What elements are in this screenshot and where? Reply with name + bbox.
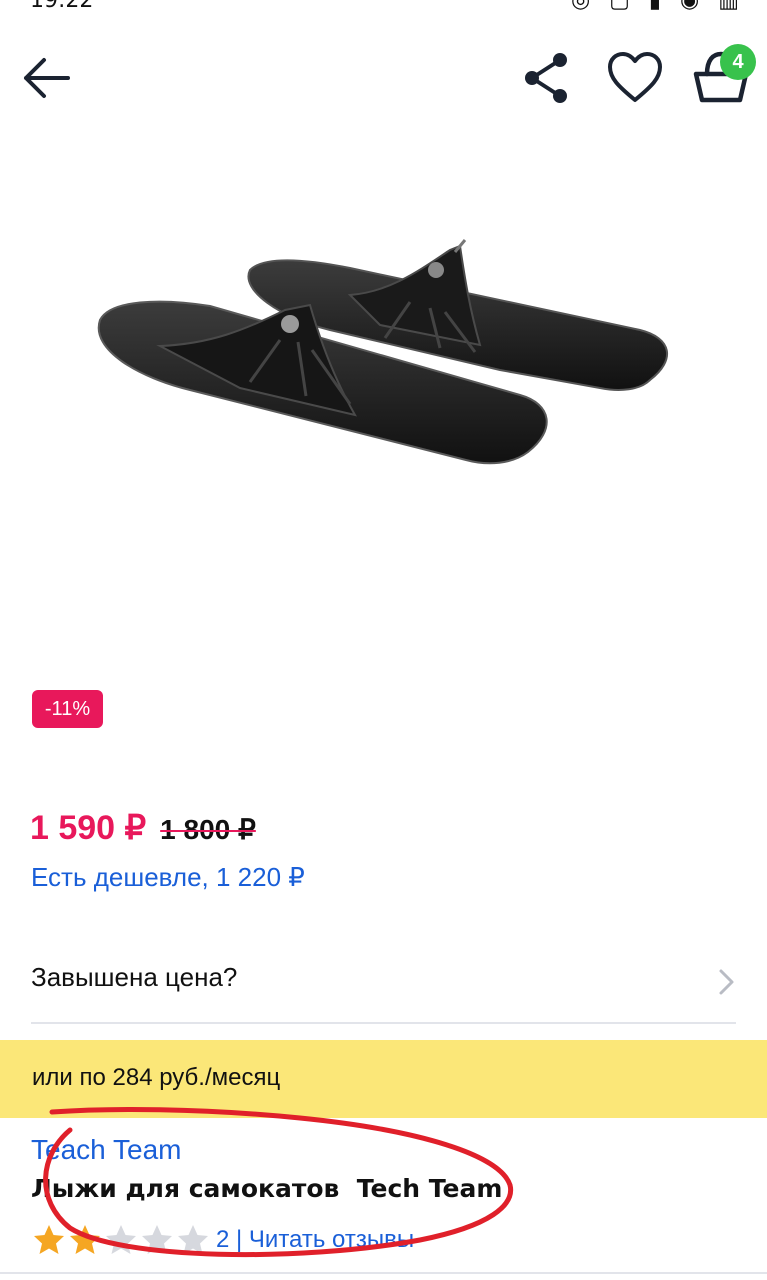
back-button[interactable]: [18, 50, 78, 106]
share-icon: [525, 53, 567, 103]
favorite-button[interactable]: [604, 48, 666, 108]
brand-link[interactable]: Teach Team: [31, 1134, 181, 1166]
discount-badge: -11%: [32, 690, 103, 728]
star-icon: [34, 1225, 64, 1254]
product-title: Лыжи для самокатов Tech Team: [31, 1174, 503, 1203]
price-complaint-label: Завышена цена?: [31, 962, 238, 992]
price-complaint-row[interactable]: Завышена цена?: [31, 938, 736, 1024]
share-button[interactable]: [518, 50, 574, 106]
price-old: 1 800 ₽: [160, 814, 256, 845]
star-icon: [178, 1225, 208, 1254]
ski-attachments-image: [97, 239, 668, 465]
heart-icon: [608, 52, 662, 102]
divider: [0, 1272, 767, 1274]
status-bar: 19:22 ◎ ▢ ▮ ◉ ▥: [0, 0, 767, 14]
product-image[interactable]: [80, 220, 680, 490]
arrow-left-icon: [24, 58, 70, 98]
status-icons: ◎ ▢ ▮ ◉ ▥: [570, 0, 745, 13]
chevron-right-icon: [719, 969, 734, 995]
status-time: 19:22: [30, 0, 94, 13]
star-icon: [70, 1225, 100, 1254]
top-bar: 4: [0, 30, 767, 130]
cart-button[interactable]: 4: [690, 44, 756, 108]
cheaper-offer-link[interactable]: Есть дешевле, 1 220 ₽: [31, 862, 305, 893]
installment-text: или по 284 руб./месяц: [32, 1064, 281, 1091]
price-current: 1 590 ₽: [30, 809, 147, 847]
installment-banner[interactable]: или по 284 руб./месяц: [0, 1040, 767, 1118]
star-icon: [106, 1225, 136, 1254]
price-row: 1 590 ₽ 1 800 ₽: [30, 808, 256, 852]
cart-count-badge: 4: [720, 44, 756, 80]
rating-stars: [34, 1225, 208, 1254]
star-icon: [142, 1225, 172, 1254]
reviews-link[interactable]: 2 | Читать отзывы: [216, 1226, 414, 1254]
